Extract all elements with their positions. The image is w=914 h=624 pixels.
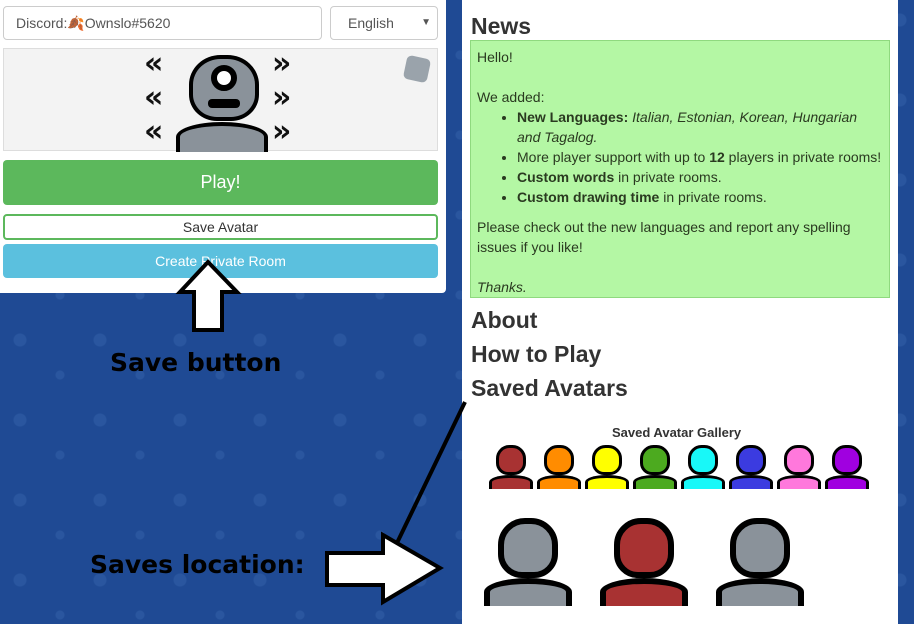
save-button-label: Save button (110, 348, 282, 377)
annotation-arrows (175, 259, 467, 606)
right-arrow-annotation (325, 531, 444, 606)
up-arrow-annotation (175, 259, 242, 332)
pointer-line (394, 401, 467, 546)
saves-location-label: Saves location: (90, 550, 305, 579)
